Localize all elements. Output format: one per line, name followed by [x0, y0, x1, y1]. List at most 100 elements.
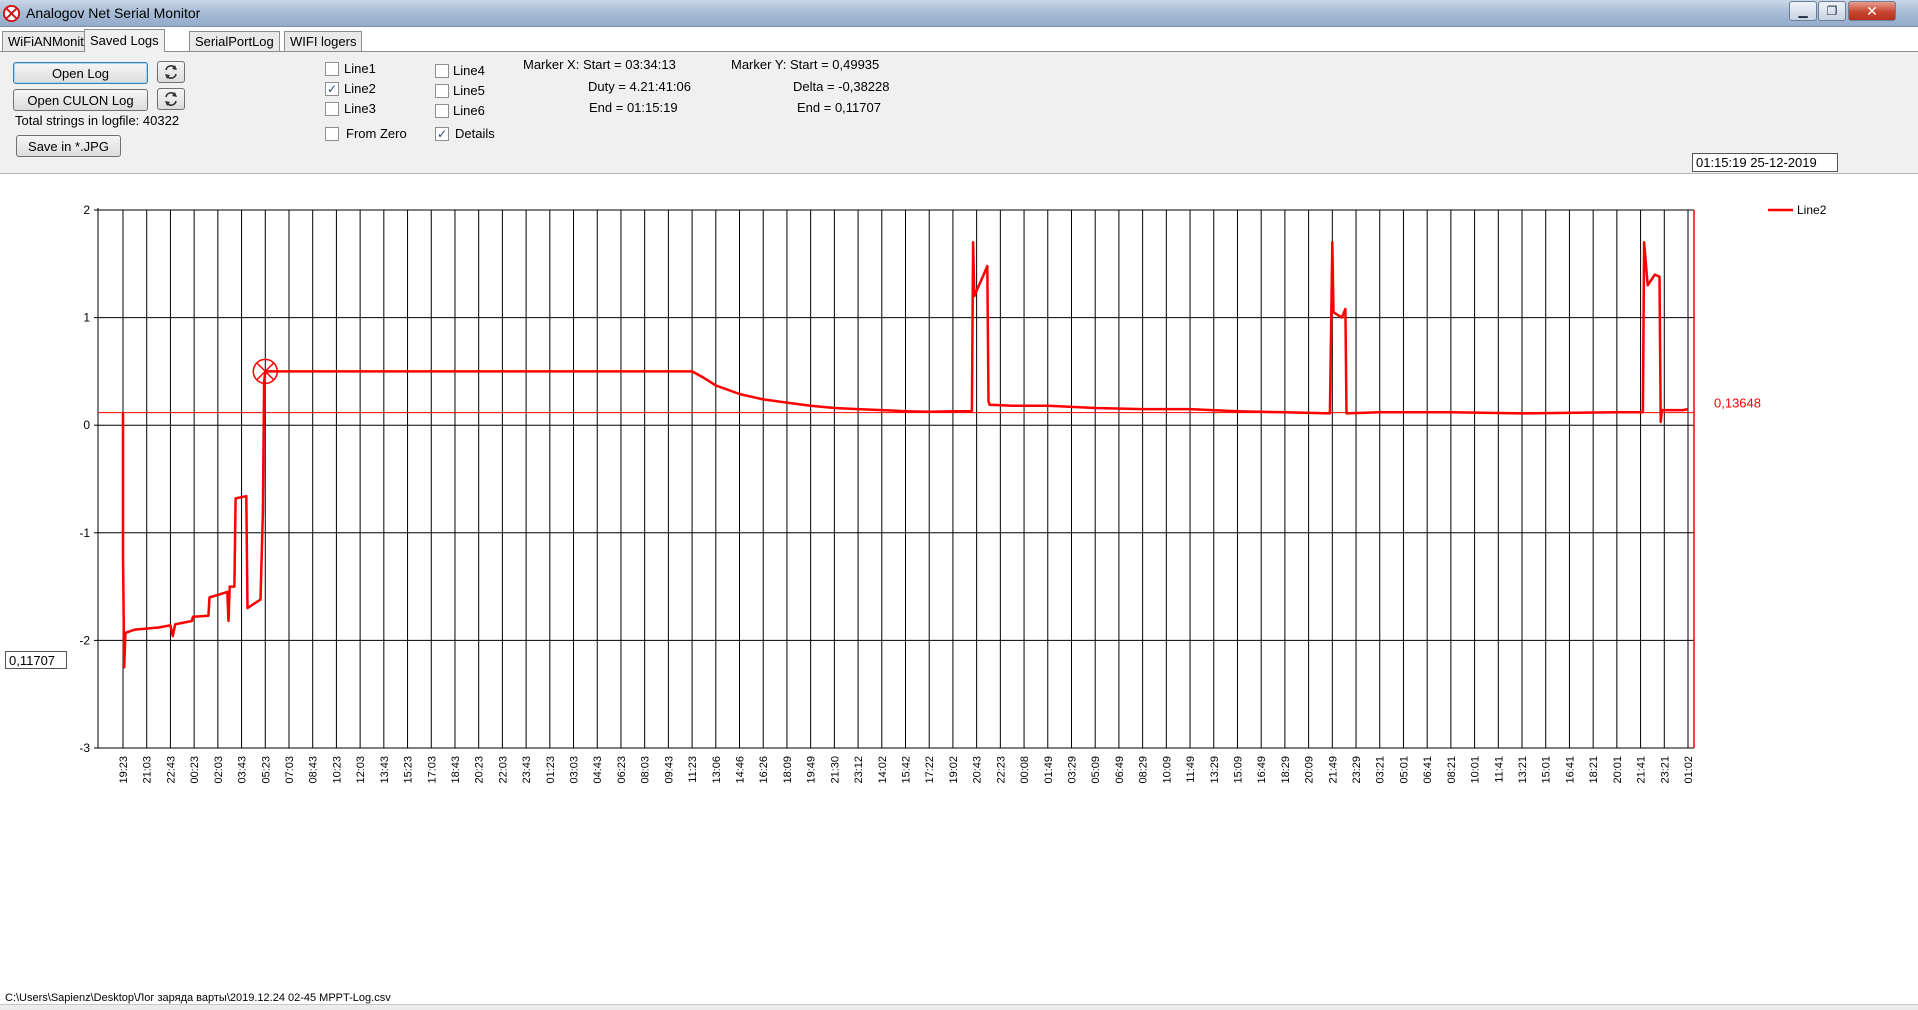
- x-tick-label: 17:22: [924, 756, 936, 784]
- x-tick-label: 10:09: [1161, 756, 1173, 784]
- x-tick-label: 13:29: [1209, 756, 1221, 784]
- x-tick-label: 03:21: [1375, 756, 1387, 784]
- x-tick-label: 15:23: [403, 756, 415, 784]
- y-tick-label: 1: [83, 311, 90, 325]
- x-tick-label: 09:43: [663, 756, 675, 784]
- x-tick-label: 23:12: [853, 756, 865, 784]
- x-tick-label: 03:29: [1066, 756, 1078, 784]
- tab-wifi-logers[interactable]: WIFI logers: [284, 31, 363, 51]
- x-tick-label: 06:23: [616, 756, 628, 784]
- x-tick-label: 00:08: [1019, 756, 1031, 784]
- tab-bar: WiFiANMonitor Saved Logs SerialPortLog W…: [0, 29, 1918, 52]
- x-tick-label: 14:02: [877, 756, 889, 784]
- maximize-icon: ❐: [1826, 4, 1838, 18]
- marker-y-end: End = 0,11707: [797, 100, 881, 115]
- status-bar: C:\Users\Sapienz\Desktop\Лог заряда варт…: [0, 990, 1918, 1010]
- marker-y-start: Marker Y: Start = 0,49935: [731, 57, 880, 72]
- x-tick-label: 14:46: [735, 756, 747, 784]
- x-tick-label: 22:43: [165, 756, 177, 784]
- x-tick-label: 18:09: [782, 756, 794, 784]
- x-tick-label: 21:41: [1636, 756, 1648, 784]
- x-tick-label: 13:06: [711, 756, 723, 784]
- x-tick-label: 08:21: [1446, 756, 1458, 784]
- y-tick-label: -1: [79, 526, 90, 540]
- line1-checkbox[interactable]: [325, 62, 339, 76]
- datetime-display: 01:15:19 25-12-2019: [1692, 153, 1838, 172]
- marker-value-label: 0,13648: [1714, 396, 1761, 411]
- total-strings-label: Total strings in logfile: 40322: [15, 113, 180, 128]
- tab-saved-logs[interactable]: Saved Logs: [84, 29, 165, 52]
- x-tick-label: 19:23: [118, 756, 130, 784]
- x-tick-label: 11:41: [1493, 756, 1505, 783]
- x-tick-label: 15:09: [1232, 756, 1244, 784]
- app-logo-icon: [2, 4, 21, 23]
- x-tick-label: 04:43: [592, 756, 604, 784]
- line-chart[interactable]: 2 1 0 -1 -2 -3 19:23 21:03 22:43 00:23 02:03 03:43 0…: [0, 175, 1918, 985]
- y-marker-value-box: 0,11707: [5, 651, 67, 669]
- file-path-label: C:\Users\Sapienz\Desktop\Лог заряда варт…: [5, 992, 391, 1004]
- status-strip: [0, 1004, 1918, 1010]
- marker-x-end: End = 01:15:19: [589, 100, 678, 115]
- y-tick-label: -2: [79, 633, 90, 647]
- x-tick-label: 13:21: [1517, 756, 1529, 784]
- x-tick-label: 05:01: [1398, 756, 1410, 784]
- x-tick-label: 23:29: [1351, 756, 1363, 784]
- x-tick-label: 23:21: [1659, 756, 1671, 784]
- minimize-button[interactable]: ▁: [1789, 1, 1817, 21]
- x-tick-label: 15:01: [1541, 756, 1553, 784]
- x-tick-label: 18:43: [450, 756, 462, 784]
- x-tick-label: 21:03: [142, 756, 154, 784]
- x-tick-label: 08:03: [640, 756, 652, 784]
- x-tick-label: 02:03: [213, 756, 225, 784]
- line3-checkbox[interactable]: [325, 102, 339, 116]
- line5-label: Line5: [453, 83, 485, 98]
- x-tick-label: 11:49: [1185, 756, 1197, 783]
- close-icon: ✕: [1866, 2, 1878, 19]
- from-zero-checkbox[interactable]: [325, 127, 339, 141]
- y-tick-label: 2: [83, 203, 90, 217]
- x-tick-label: 11:23: [687, 756, 699, 783]
- close-button[interactable]: ✕: [1848, 1, 1896, 21]
- line1-label: Line1: [344, 61, 376, 76]
- x-tick-label: 21:49: [1327, 756, 1339, 784]
- x-tick-label: 00:23: [189, 756, 201, 784]
- marker-y-delta: Delta = -0,38228: [793, 79, 890, 94]
- x-tick-label: 17:03: [426, 756, 438, 784]
- x-tick-label: 01:02: [1683, 756, 1695, 784]
- refresh-log-button[interactable]: [157, 61, 185, 83]
- line4-checkbox[interactable]: [435, 64, 449, 78]
- line2-checkbox[interactable]: ✓: [325, 82, 339, 96]
- x-tick-label: 16:49: [1256, 756, 1268, 784]
- x-tick-label: 19:02: [948, 756, 960, 784]
- title-bar: Analogov Net Serial Monitor ▁ ❐ ✕: [0, 0, 1918, 27]
- window-title: Analogov Net Serial Monitor: [26, 5, 201, 21]
- x-tick-label: 08:29: [1138, 756, 1150, 784]
- x-tick-label: 10:01: [1470, 756, 1482, 784]
- x-tick-label: 13:43: [379, 756, 391, 784]
- legend-label-line2: Line2: [1797, 203, 1827, 217]
- chart-area[interactable]: 2 1 0 -1 -2 -3 19:23 21:03 22:43 00:23 02:03 03:43 0…: [0, 175, 1918, 985]
- refresh-culon-button[interactable]: [157, 88, 185, 110]
- x-tick-label: 10:23: [331, 756, 343, 784]
- x-tick-label: 03:43: [237, 756, 249, 784]
- line2-label: Line2: [344, 81, 376, 96]
- details-checkbox[interactable]: ✓: [435, 127, 449, 141]
- save-jpg-button[interactable]: Save in *.JPG: [16, 135, 121, 157]
- line5-checkbox[interactable]: [435, 84, 449, 98]
- x-tick-label: 15:42: [901, 756, 913, 784]
- marker-x-duty: Duty = 4.21:41:06: [588, 79, 691, 94]
- x-tick-label: 20:01: [1612, 756, 1624, 784]
- tab-serialportlog[interactable]: SerialPortLog: [189, 31, 280, 51]
- open-log-button[interactable]: Open Log: [13, 62, 148, 84]
- x-tick-label: 01:49: [1043, 756, 1055, 784]
- x-tick-label: 01:23: [545, 756, 557, 784]
- open-culon-log-button[interactable]: Open CULON Log: [13, 89, 148, 111]
- x-tick-label: 20:43: [972, 756, 984, 784]
- maximize-button[interactable]: ❐: [1818, 1, 1846, 21]
- x-tick-label: 21:30: [829, 756, 841, 784]
- x-tick-label: 22:03: [497, 756, 509, 784]
- marker-x-start: Marker X: Start = 03:34:13: [523, 57, 676, 72]
- line6-checkbox[interactable]: [435, 104, 449, 118]
- minimize-icon: ▁: [1798, 4, 1808, 18]
- x-tick-label: 16:26: [758, 756, 770, 784]
